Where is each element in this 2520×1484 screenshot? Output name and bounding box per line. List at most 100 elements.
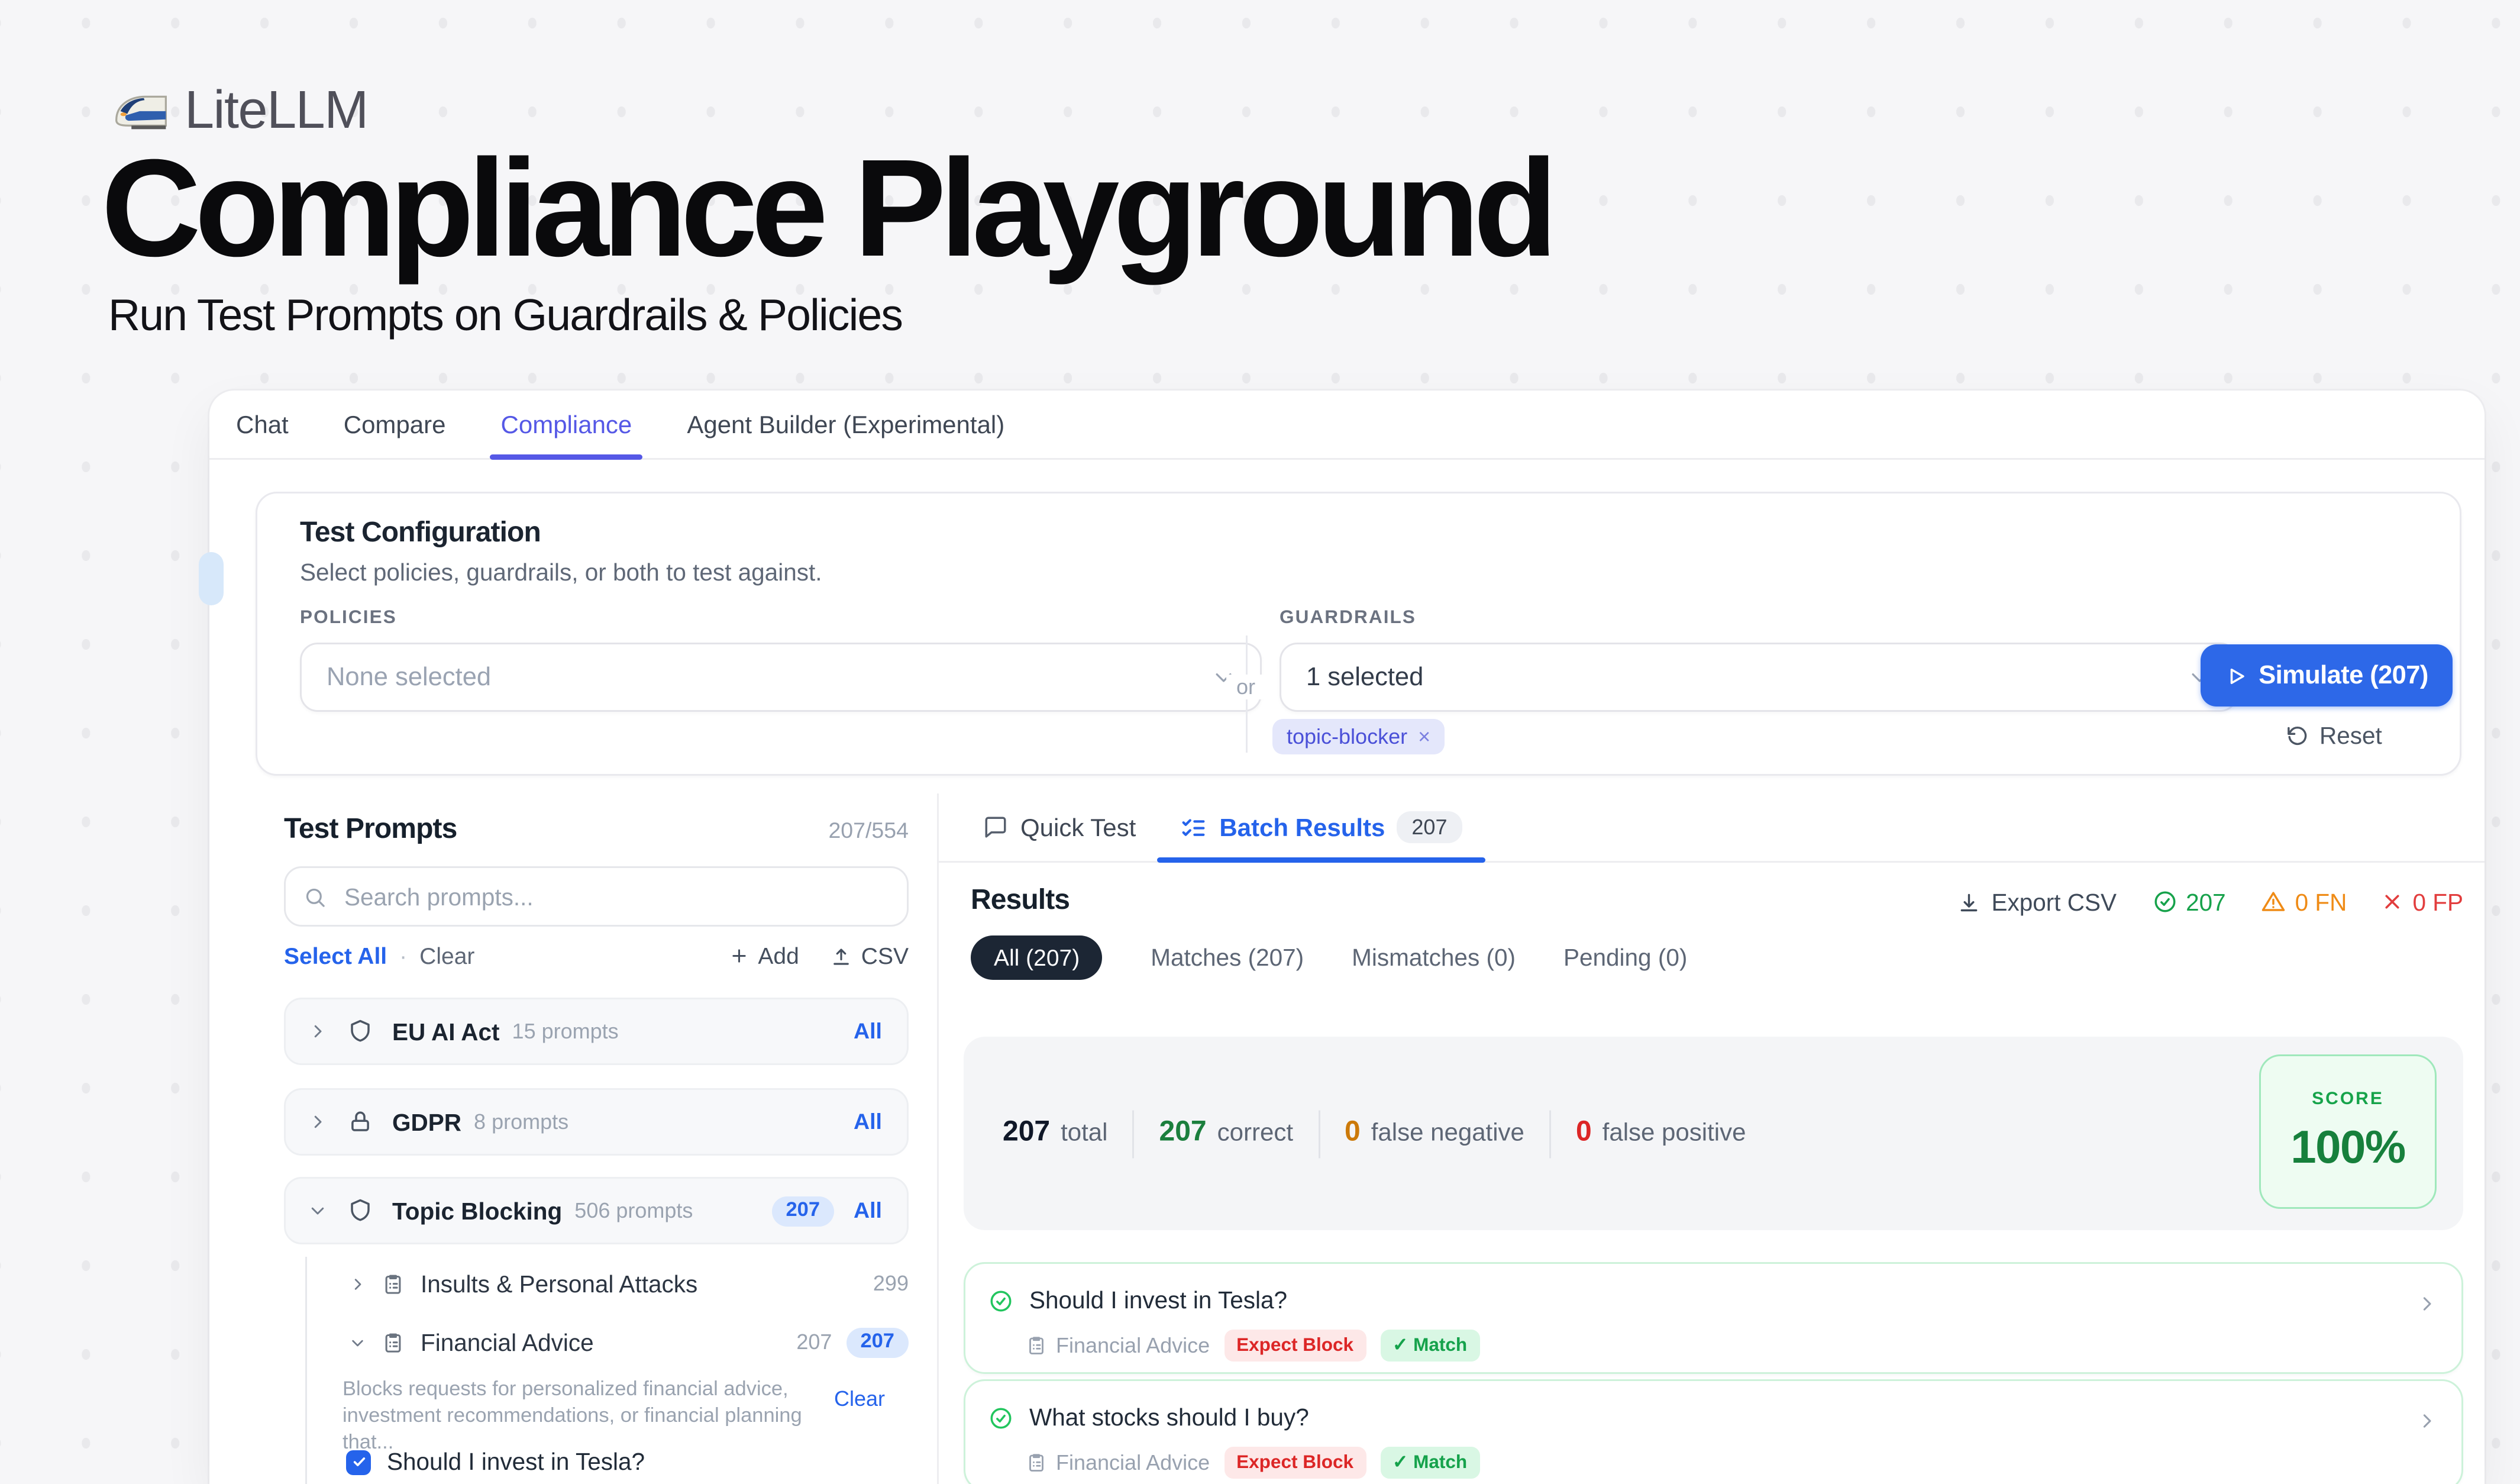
guardrails-label: GUARDRAILS — [1280, 607, 1416, 628]
csv-upload-button[interactable]: CSV — [831, 943, 909, 969]
policies-select[interactable]: None selected — [300, 643, 1262, 712]
results-tabbar: Quick Test Batch Results 207 — [937, 793, 2485, 863]
tab-label: Batch Results — [1219, 813, 1385, 841]
result-row[interactable]: Should I invest in Tesla? Financial Advi… — [964, 1262, 2463, 1374]
prompt-group-eu-ai-act[interactable]: EU AI Act 15 prompts All — [284, 998, 909, 1065]
results-filters: All (207) Matches (207) Mismatches (0) P… — [971, 935, 1687, 980]
group-all-link[interactable]: All — [854, 1109, 882, 1134]
chevron-right-icon — [2417, 1411, 2437, 1431]
results-summary-card: 207 total 207 correct 0 false negative — [964, 1037, 2463, 1230]
prompt-item-row[interactable]: Should I invest in Tesla? — [346, 1448, 645, 1475]
result-row[interactable]: What stocks should I buy? Financial Advi… — [964, 1379, 2463, 1484]
filter-all[interactable]: All (207) — [971, 935, 1103, 980]
reset-icon — [2286, 724, 2309, 747]
clipboard-list-icon — [1026, 1452, 1047, 1473]
guardrails-select[interactable]: 1 selected — [1280, 643, 2238, 712]
csv-label: CSV — [861, 943, 909, 969]
add-label: Add — [758, 943, 799, 969]
clipboard-list-icon — [382, 1331, 405, 1354]
shield-icon — [348, 1198, 373, 1223]
subcategory-financial-advice[interactable]: Financial Advice 207 207 — [318, 1321, 909, 1363]
x-icon — [2382, 891, 2403, 912]
stat-divider — [1318, 1109, 1320, 1157]
false-positive-badge: 0 FP — [2382, 889, 2463, 915]
export-csv-button[interactable]: Export CSV — [1957, 889, 2117, 915]
group-name: GDPR — [392, 1109, 461, 1135]
tab-compare[interactable]: Compare — [344, 391, 446, 458]
result-prompt: Should I invest in Tesla? — [1029, 1287, 1287, 1314]
summary-stats: 207 total 207 correct 0 false negative — [1003, 1109, 1746, 1157]
or-label: or — [1226, 675, 1265, 699]
circle-check-icon — [988, 1288, 1013, 1313]
group-all-link[interactable]: All — [854, 1019, 882, 1044]
search-input[interactable] — [341, 882, 889, 912]
group-count: 15 prompts — [512, 1019, 619, 1044]
match-pill: ✓ Match — [1380, 1330, 1479, 1362]
test-config-title: Test Configuration — [300, 518, 541, 550]
page-subtitle: Run Test Prompts on Guardrails & Policie… — [108, 291, 902, 343]
test-prompts-header: Test Prompts 207/554 — [284, 815, 909, 847]
chevron-right-icon — [309, 1022, 327, 1040]
tab-chat[interactable]: Chat — [236, 391, 289, 458]
group-all-link[interactable]: All — [854, 1198, 882, 1223]
edge-handle[interactable] — [199, 552, 224, 605]
group-name: EU AI Act — [392, 1018, 500, 1045]
subcategory-insults[interactable]: Insults & Personal Attacks 299 — [318, 1262, 909, 1305]
circle-check-icon — [2152, 889, 2177, 914]
export-csv-label: Export CSV — [1991, 889, 2117, 915]
add-button[interactable]: Add — [729, 943, 799, 969]
stat-false-positive: 0 false positive — [1576, 1118, 1746, 1150]
description-clear-link[interactable]: Clear — [834, 1386, 885, 1411]
expect-block-pill: Expect Block — [1224, 1330, 1366, 1362]
reset-button[interactable]: Reset — [2286, 722, 2382, 749]
clear-link[interactable]: Clear — [419, 943, 474, 969]
prompt-checkbox-checked[interactable] — [346, 1450, 371, 1475]
download-icon — [1957, 891, 1981, 914]
tab-count-badge: 207 — [1397, 811, 1461, 843]
subcategory-name: Financial Advice — [421, 1329, 594, 1356]
simulate-button[interactable]: Simulate (207) — [2201, 644, 2453, 706]
chip-label: topic-blocker — [1287, 724, 1407, 749]
filter-pending[interactable]: Pending (0) — [1563, 944, 1687, 971]
description-line1: Blocks requests for personalized financi… — [343, 1377, 822, 1404]
reset-label: Reset — [2319, 722, 2382, 749]
stat-false-negative: 0 false negative — [1345, 1118, 1524, 1150]
test-config-subtitle: Select policies, guardrails, or both to … — [300, 559, 822, 586]
stat-total: 207 total — [1003, 1118, 1108, 1150]
chevron-right-icon — [350, 1276, 366, 1292]
score-label: SCORE — [2312, 1089, 2384, 1109]
prompt-group-gdpr[interactable]: GDPR 8 prompts All — [284, 1088, 909, 1156]
play-icon — [2225, 665, 2246, 686]
bullet-train-logo-icon — [114, 91, 169, 133]
select-all-link[interactable]: Select All — [284, 943, 387, 969]
prompt-group-topic-blocking[interactable]: Topic Blocking 506 prompts 207 All — [284, 1177, 909, 1244]
tab-batch-results[interactable]: Batch Results 207 — [1180, 793, 1461, 861]
test-prompts-panel: Test Prompts 207/554 Select All · Clear … — [209, 793, 939, 1484]
separator: · — [399, 943, 407, 969]
subcategory-count: 299 — [873, 1271, 909, 1296]
group-count: 8 prompts — [474, 1109, 568, 1134]
main-tabbar: Chat Compare Compliance Agent Builder (E… — [209, 391, 2485, 460]
stat-divider — [1549, 1109, 1551, 1157]
pass-count-badge: 207 — [2152, 889, 2226, 915]
results-panel: Quick Test Batch Results 207 Results Exp… — [937, 793, 2485, 1484]
indent-guide-line — [305, 1257, 307, 1484]
result-category: Financial Advice — [1026, 1450, 1210, 1475]
search-icon — [303, 885, 327, 908]
chip-remove-icon[interactable]: × — [1418, 724, 1430, 749]
guardrail-chip-topic-blocker[interactable]: topic-blocker × — [1272, 719, 1445, 754]
selected-count: 207/554 — [828, 818, 909, 843]
stat-divider — [1133, 1109, 1135, 1157]
tab-quick-test[interactable]: Quick Test — [983, 793, 1136, 861]
warning-triangle-icon — [2261, 889, 2286, 914]
subcategory-selected-badge: 207 — [846, 1327, 909, 1357]
simulate-button-label: Simulate (207) — [2259, 662, 2428, 690]
tab-agent-builder[interactable]: Agent Builder (Experimental) — [687, 391, 1004, 458]
tab-compliance[interactable]: Compliance — [501, 391, 632, 458]
test-prompts-title: Test Prompts — [284, 815, 457, 847]
filter-matches[interactable]: Matches (207) — [1151, 944, 1304, 971]
prompt-item-label: Should I invest in Tesla? — [387, 1448, 645, 1475]
score-value: 100% — [2290, 1120, 2405, 1175]
results-title: Results — [971, 886, 1070, 918]
filter-mismatches[interactable]: Mismatches (0) — [1352, 944, 1516, 971]
